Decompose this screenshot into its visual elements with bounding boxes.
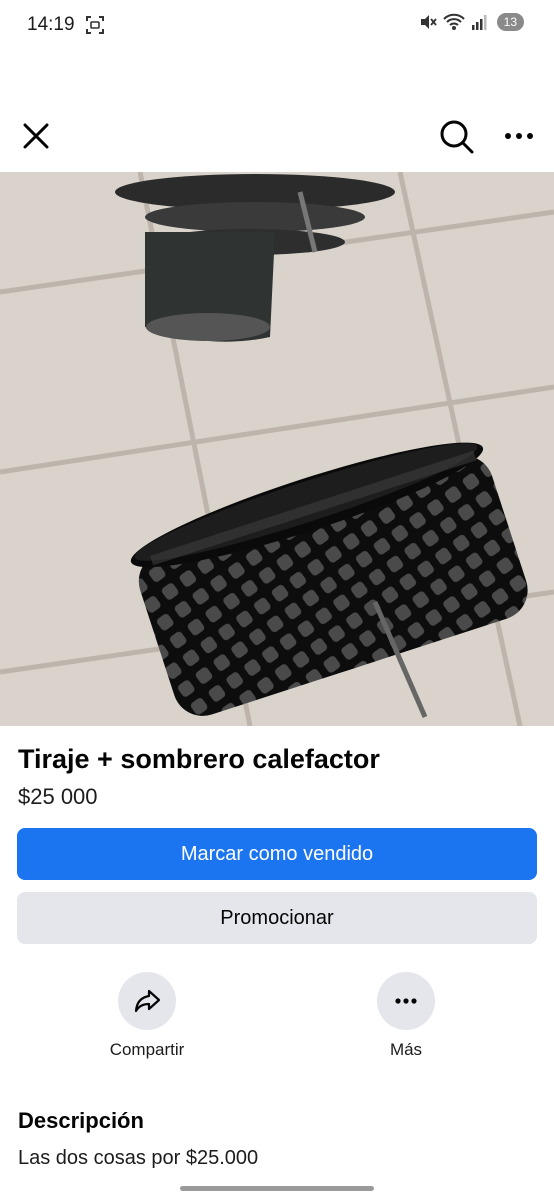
status-bar: 14:19 13 — [0, 0, 554, 52]
top-bar — [0, 108, 554, 164]
signal-icon — [471, 14, 487, 30]
share-action[interactable]: Compartir — [87, 972, 207, 1060]
product-image — [0, 172, 554, 726]
description-heading: Descripción — [18, 1108, 144, 1133]
more-button[interactable] — [377, 972, 435, 1030]
description-text: Las dos cosas por $25.000 — [18, 1147, 259, 1169]
share-label: Compartir — [109, 1040, 185, 1059]
more-action[interactable]: Más — [346, 972, 466, 1060]
home-indicator[interactable] — [180, 1186, 374, 1191]
mark-as-sold-button[interactable]: Marcar como vendido — [17, 828, 537, 880]
battery-icon: 13 — [496, 13, 524, 31]
more-dots-icon — [395, 998, 417, 1004]
wifi-icon — [442, 13, 465, 31]
promote-button[interactable]: Promocionar — [17, 892, 537, 944]
more-options-button[interactable] — [500, 118, 538, 154]
product-photo[interactable] — [0, 172, 554, 726]
status-icons: 13 — [419, 13, 524, 31]
mute-icon — [419, 13, 437, 31]
close-button[interactable] — [18, 118, 54, 154]
screenshot-icon — [86, 16, 104, 34]
more-label: Más — [389, 1040, 423, 1059]
close-icon — [23, 123, 49, 149]
listing-price: $25 000 — [18, 784, 98, 809]
status-time: 14:19 — [27, 14, 75, 35]
share-icon — [134, 989, 161, 1013]
search-button[interactable] — [437, 117, 475, 155]
share-button[interactable] — [118, 972, 176, 1030]
more-icon — [505, 133, 533, 139]
listing-title: Tiraje + sombrero calefactor — [18, 744, 380, 774]
search-icon — [440, 120, 474, 154]
